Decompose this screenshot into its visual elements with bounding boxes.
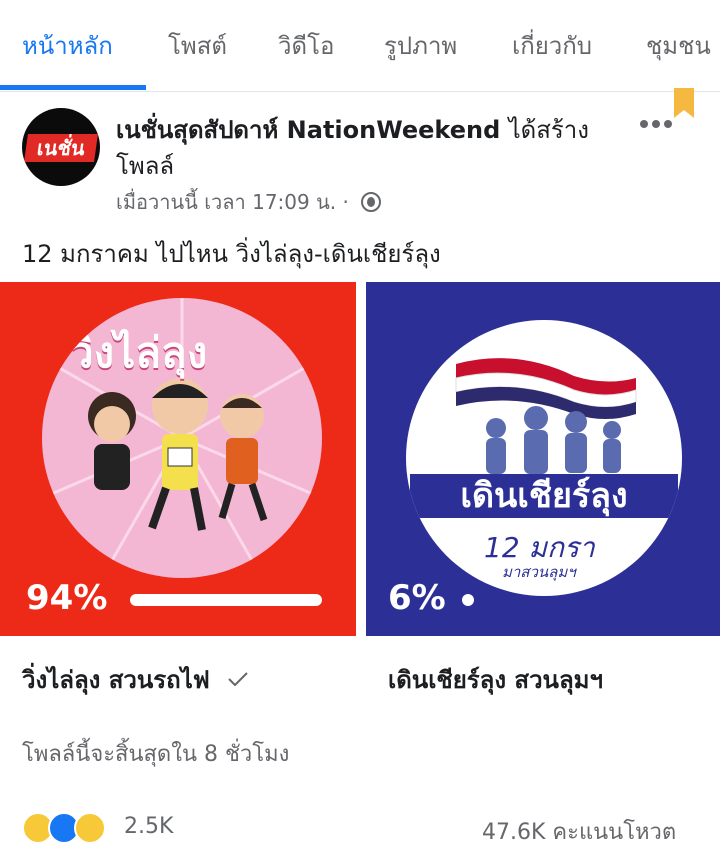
wow-icon	[74, 812, 106, 844]
option-b-percent: 6%	[388, 578, 446, 618]
tab-videos[interactable]: วิดีโอ	[278, 26, 334, 65]
tab-posts[interactable]: โพสต์	[168, 26, 227, 65]
option-a-image-title: วิ่งไล่ลุง	[70, 328, 208, 377]
option-b-label[interactable]: เดินเชียร์ลุง สวนลุมฯ	[388, 660, 603, 699]
post-time[interactable]: เมื่อวานนี้ เวลา 17:09 น. ·	[116, 190, 349, 214]
post-meta: เมื่อวานนี้ เวลา 17:09 น. ·	[116, 186, 382, 218]
post-author[interactable]: เนชั่นสุดสัปดาห์ NationWeekend ได้สร้างโ…	[116, 112, 616, 184]
option-a-image: วิ่งไล่ลุง	[42, 298, 322, 578]
tab-about[interactable]: เกี่ยวกับ	[512, 26, 592, 65]
option-a-label-text: วิ่งไล่ลุง สวนรถไฟ	[22, 666, 210, 694]
active-tab-indicator	[0, 85, 146, 90]
more-options-icon[interactable]	[636, 112, 676, 136]
reaction-count[interactable]: 2.5K	[124, 814, 173, 839]
option-b-progress-bar	[462, 594, 474, 606]
poll-end-notice: โพลล์นี้จะสิ้นสุดใน 8 ชั่วโมง	[22, 742, 290, 767]
poll-option-a[interactable]: วิ่งไล่ลุง 94%	[0, 282, 356, 636]
option-b-image-place: มาสวนลุมฯ	[502, 563, 576, 581]
check-icon	[228, 672, 248, 686]
poll-option-b[interactable]: เดินเชียร์ลุง 12 มกรา มาสวนลุมฯ 6%	[366, 282, 720, 636]
avatar-logo: เนชั่น	[24, 134, 98, 162]
option-b-image-title: เดินเชียร์ลุง	[410, 474, 678, 518]
option-b-image: เดินเชียร์ลุง 12 มกรา มาสวนลุมฯ	[406, 320, 682, 596]
option-a-percent: 94%	[26, 578, 108, 618]
post-text: 12 มกราคม ไปไหน วิ่งไล่ลุง-เดินเชียร์ลุง	[22, 240, 441, 268]
page-tabs: หน้าหลัก โพสต์ วิดีโอ รูปภาพ เกี่ยวกับ ช…	[0, 0, 720, 92]
option-a-label[interactable]: วิ่งไล่ลุง สวนรถไฟ	[22, 660, 248, 699]
vote-count[interactable]: 47.6K คะแนนโหวต	[482, 814, 676, 849]
page-name-link[interactable]: เนชั่นสุดสัปดาห์ NationWeekend	[116, 116, 500, 144]
tab-home[interactable]: หน้าหลัก	[22, 26, 113, 65]
page-avatar[interactable]: เนชั่น	[22, 108, 100, 186]
tab-photos[interactable]: รูปภาพ	[384, 26, 457, 65]
option-a-progress-bar	[130, 594, 322, 606]
globe-icon	[361, 192, 382, 212]
tab-community[interactable]: ชุมชน	[646, 26, 711, 65]
